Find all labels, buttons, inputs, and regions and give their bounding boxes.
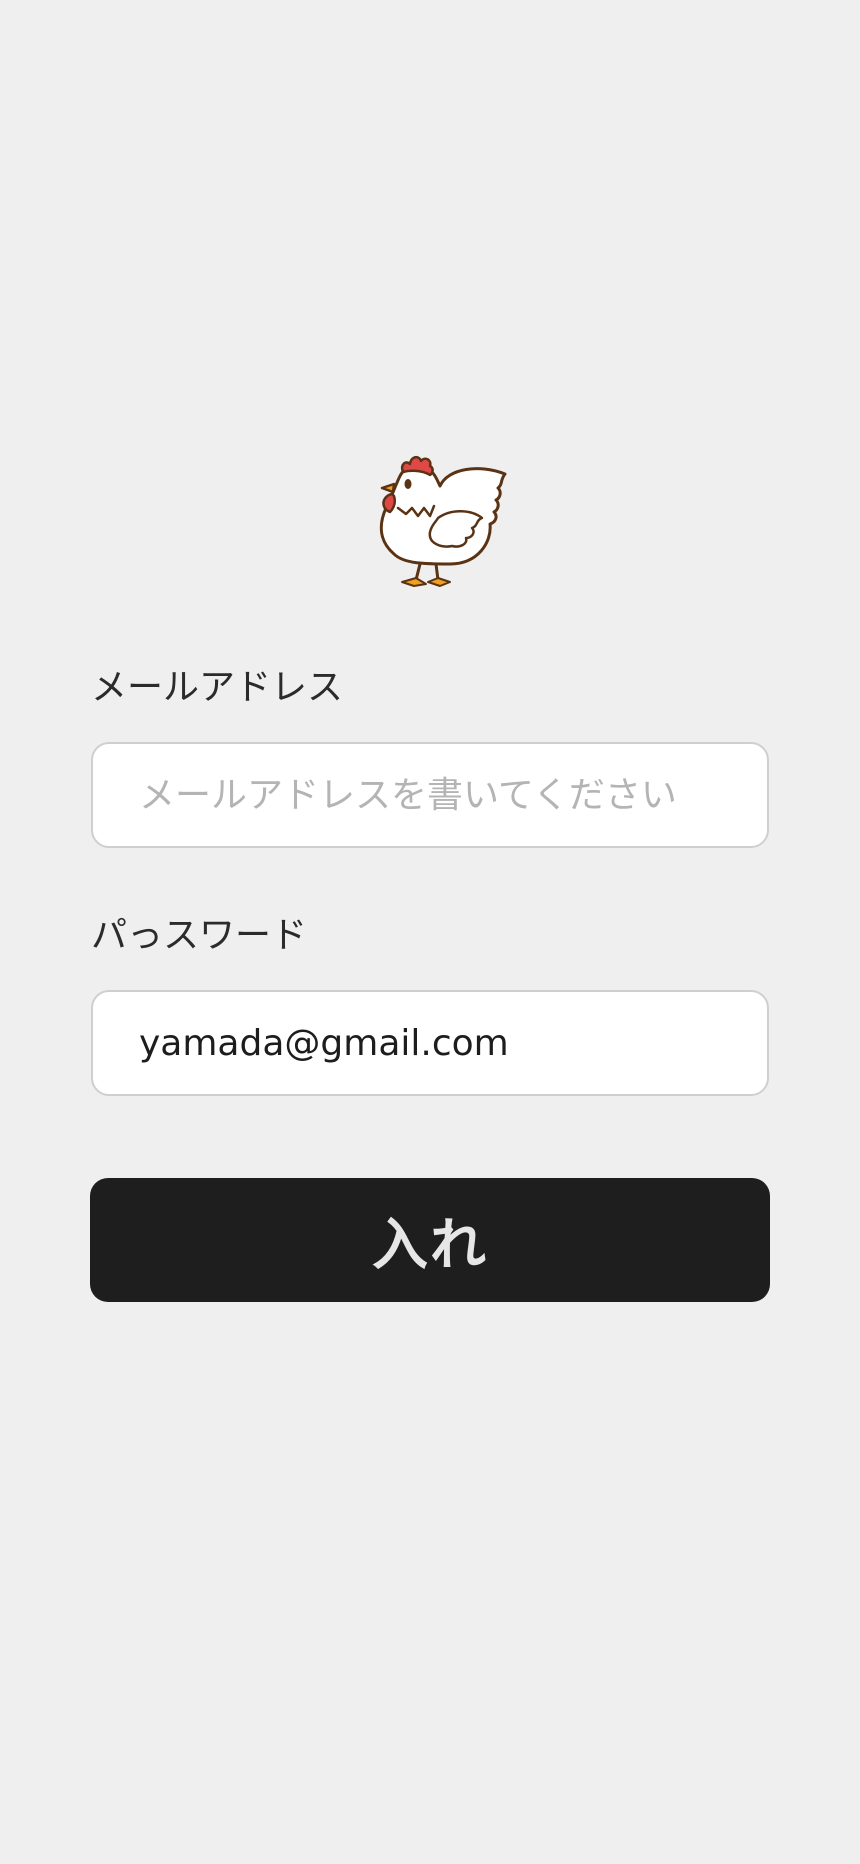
- email-label: メールアドレス: [91, 667, 344, 708]
- chicken-logo-icon: [360, 446, 510, 596]
- email-input[interactable]: [91, 742, 769, 848]
- password-label: パっスワード: [91, 915, 308, 956]
- password-input[interactable]: [91, 990, 769, 1096]
- submit-button[interactable]: 入れ: [90, 1178, 770, 1302]
